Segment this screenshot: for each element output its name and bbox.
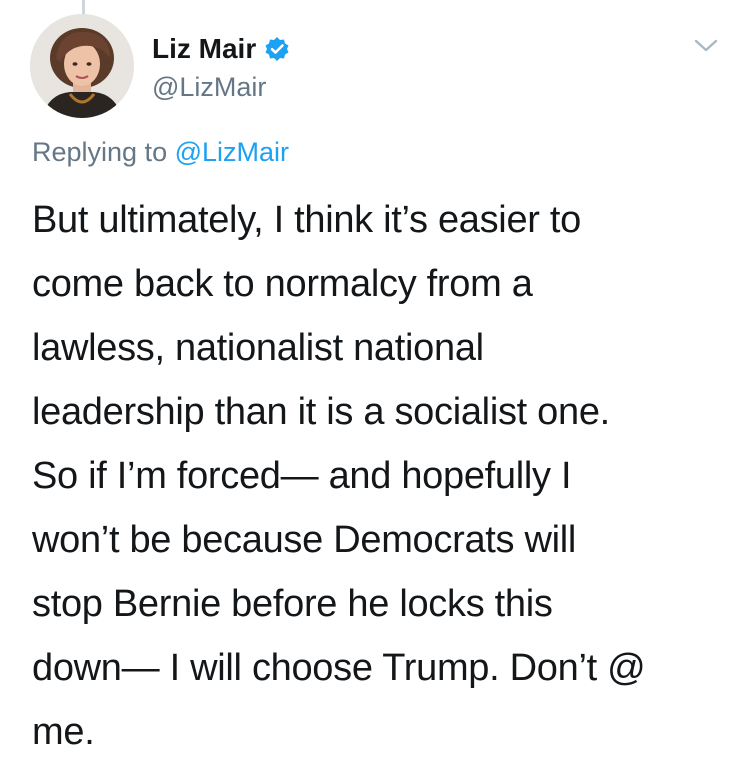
verified-badge-icon [264, 36, 290, 62]
chevron-down-icon[interactable] [692, 36, 720, 56]
tweet-text-line: lawless, nationalist national [32, 327, 484, 369]
tweet-text-line: But ultimately, I think it’s easier to [32, 199, 581, 241]
tweet-body: But ultimately, I think it’s easier to c… [32, 188, 722, 764]
replying-to-link[interactable]: @LizMair [175, 137, 289, 167]
tweet-text-line: me. [32, 711, 95, 753]
author-display-name[interactable]: Liz Mair [152, 32, 256, 66]
replying-prefix: Replying to [32, 137, 168, 167]
tweet-text-line: stop Bernie before he locks this [32, 583, 553, 625]
tweet-text-line: won’t be because Democrats will [32, 519, 577, 561]
thread-connector-line [82, 0, 85, 14]
tweet-text-line: So if I’m forced— and hopefully I [32, 455, 572, 497]
tweet-text-line: come back to normalcy from a [32, 263, 533, 305]
author-handle[interactable]: @LizMair [152, 70, 266, 104]
tweet-text-line: leadership than it is a socialist one. [32, 391, 610, 433]
tweet-author[interactable]: Liz Mair [152, 32, 290, 66]
replying-to-line: Replying to @LizMair [32, 134, 289, 170]
tweet-text-line: down— I will choose Trump. Don’t @ [32, 647, 646, 689]
avatar[interactable] [30, 14, 134, 118]
